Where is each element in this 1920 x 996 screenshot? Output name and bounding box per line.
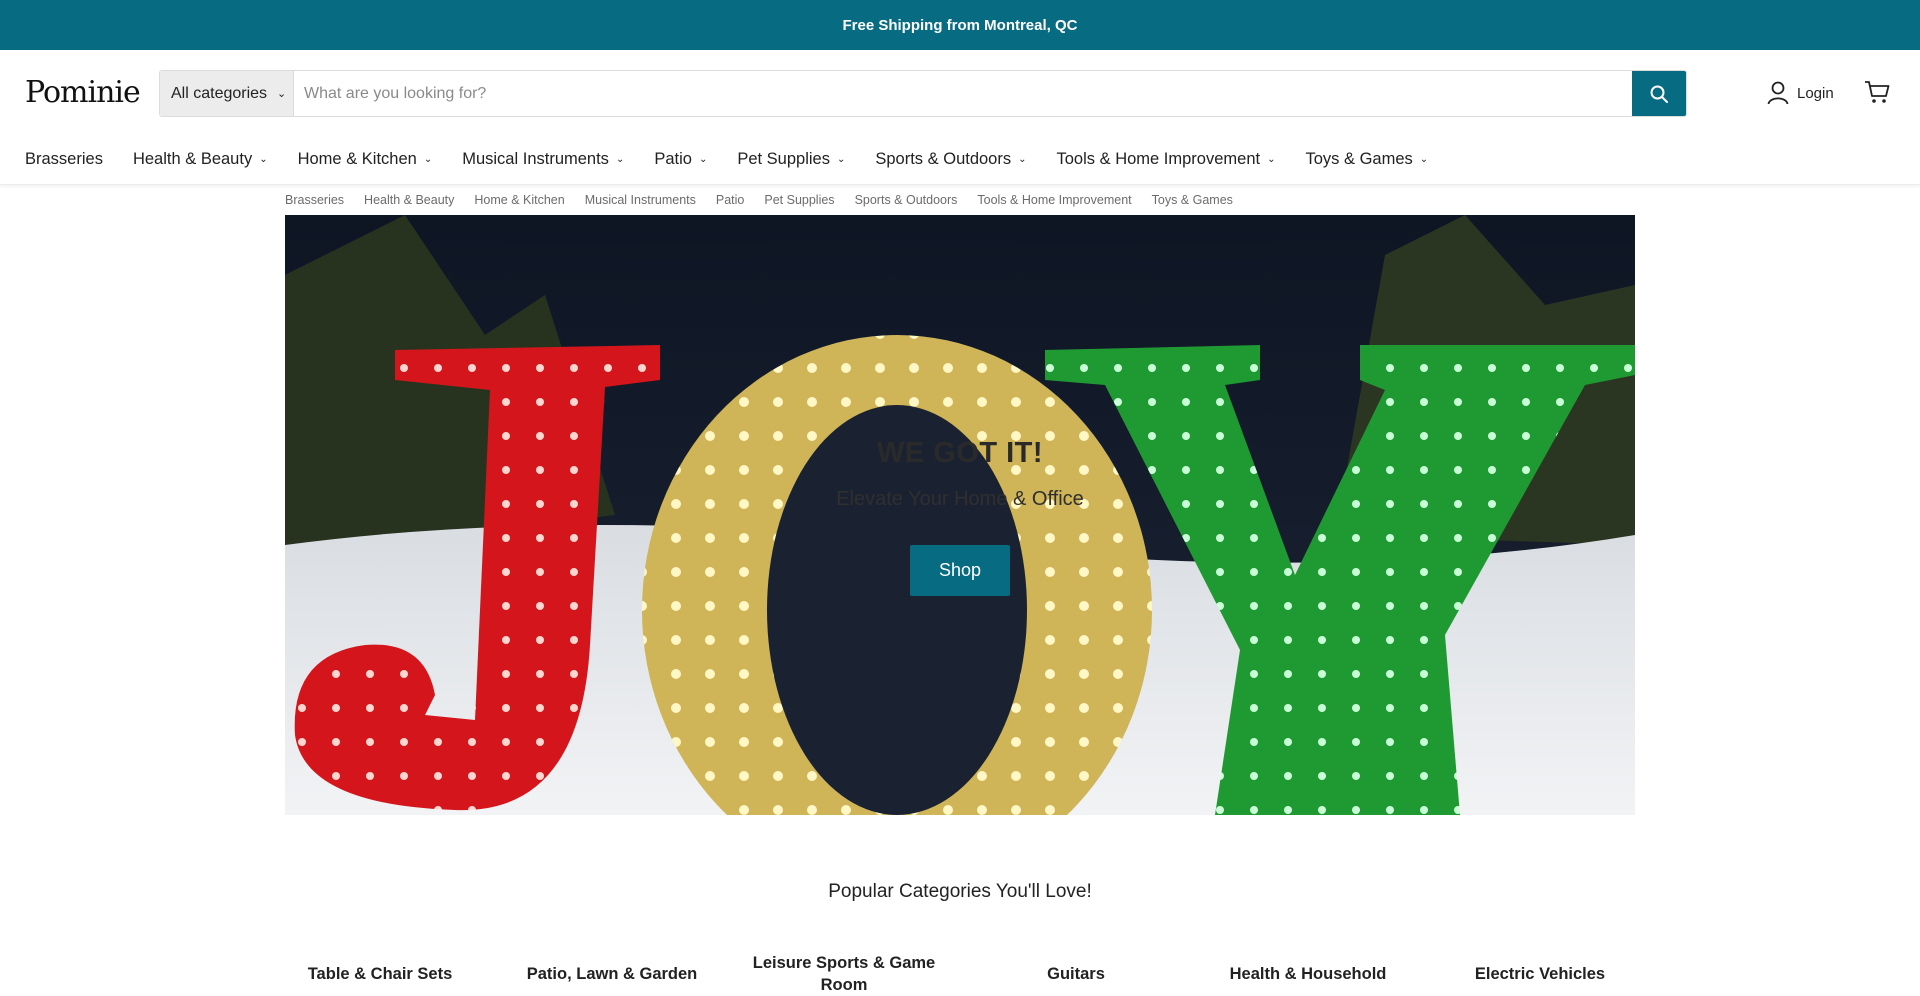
user-icon [1767, 81, 1789, 105]
login-label: Login [1797, 84, 1834, 102]
subnav-link[interactable]: Brasseries [285, 193, 344, 207]
nav-item-musical-instruments[interactable]: Musical Instruments ⌄ [462, 150, 624, 169]
nav-item-brasseries[interactable]: Brasseries [25, 150, 103, 169]
nav-item-label: Musical Instruments [462, 150, 609, 168]
nav-item-label: Health & Beauty [132, 150, 253, 168]
search-button[interactable] [1632, 71, 1686, 116]
nav-item-pet-supplies[interactable]: Pet Supplies ⌄ [737, 150, 845, 169]
main-nav: Brasseries Health & Beauty ⌄ Home & Kitch… [0, 135, 1920, 185]
subnav-link[interactable]: Tools & Home Improvement [977, 193, 1131, 207]
subnav-link[interactable]: Patio [716, 193, 745, 207]
category-card[interactable]: Electric Vehicles [1445, 952, 1635, 996]
sub-nav: Brasseries Health & Beauty Home & Kitche… [0, 185, 1920, 215]
nav-item-toys-games[interactable]: Toys & Games ⌄ [1305, 150, 1428, 169]
nav-item-label: Toys & Games [1305, 150, 1413, 168]
subnav-link[interactable]: Pet Supplies [764, 193, 834, 207]
chevron-down-icon: ⌄ [698, 154, 708, 165]
chevron-down-icon: ⌄ [1018, 154, 1027, 165]
nav-item-label: Sports & Outdoors [875, 150, 1012, 168]
login-link[interactable]: Login [1767, 81, 1834, 105]
hero-banner[interactable]: WE GOT IT! Elevate Your Home & Office Sh… [285, 215, 1635, 815]
nav-item-label: Pet Supplies [737, 150, 830, 168]
subnav-link[interactable]: Health & Beauty [364, 193, 454, 207]
subnav-link[interactable]: Toys & Games [1152, 193, 1233, 207]
chevron-down-icon: ⌄ [259, 154, 268, 165]
announcement-text: Free Shipping from Montreal, QC [842, 16, 1078, 34]
category-select-label: All categories [171, 84, 268, 102]
chevron-down-icon: ⌄ [836, 154, 846, 165]
hero-heading: WE GOT IT! [876, 437, 1044, 469]
cart-button[interactable] [1864, 80, 1890, 109]
subnav-link[interactable]: Musical Instruments [585, 193, 696, 207]
hero-overlay: WE GOT IT! Elevate Your Home & Office Sh… [285, 215, 1635, 815]
nav-item-label: Brasseries [25, 150, 103, 168]
cart-icon [1865, 81, 1890, 103]
popular-categories-list: Table & Chair Sets Patio, Lawn & Garden … [285, 952, 1635, 996]
hero-subheading: Elevate Your Home & Office [836, 488, 1084, 510]
nav-item-label: Home & Kitchen [297, 150, 417, 168]
brand-logo[interactable]: Pominie [25, 73, 141, 113]
nav-item-patio[interactable]: Patio ⌄ [654, 150, 707, 169]
chevron-down-icon: ⌄ [1419, 154, 1429, 165]
category-card[interactable]: Health & Household [1213, 952, 1403, 996]
shop-button[interactable]: Shop [910, 545, 1010, 596]
category-select[interactable]: All categories ⌄ [160, 71, 294, 116]
chevron-down-icon: ⌄ [615, 154, 625, 165]
category-card[interactable]: Leisure Sports & Game Room [749, 952, 939, 996]
announcement-bar: Free Shipping from Montreal, QC [0, 0, 1920, 50]
popular-categories-title: Popular Categories You'll Love! [828, 881, 1092, 902]
chevron-down-icon: ⌄ [1267, 154, 1276, 165]
logo-text: Pominie [25, 75, 141, 110]
chevron-down-icon: ⌄ [277, 88, 287, 100]
nav-item-label: Patio [654, 150, 692, 168]
search-bar: All categories ⌄ [159, 70, 1687, 117]
category-card[interactable]: Table & Chair Sets [285, 952, 475, 996]
nav-item-tools-home-improvement[interactable]: Tools & Home Improvement ⌄ [1057, 150, 1276, 169]
nav-item-home-kitchen[interactable]: Home & Kitchen ⌄ [298, 150, 433, 169]
chevron-down-icon: ⌄ [423, 154, 433, 165]
category-card[interactable]: Patio, Lawn & Garden [517, 952, 707, 996]
search-icon [1650, 85, 1668, 103]
site-header: Pominie All categories ⌄ Login [0, 50, 1920, 135]
nav-item-label: Tools & Home Improvement [1056, 150, 1261, 168]
subnav-link[interactable]: Sports & Outdoors [855, 193, 958, 207]
nav-item-sports-outdoors[interactable]: Sports & Outdoors ⌄ [875, 150, 1026, 169]
nav-item-health-beauty[interactable]: Health & Beauty ⌄ [133, 150, 268, 169]
category-card[interactable]: Guitars [981, 952, 1171, 996]
search-input[interactable] [294, 71, 1632, 116]
subnav-link[interactable]: Home & Kitchen [474, 193, 564, 207]
